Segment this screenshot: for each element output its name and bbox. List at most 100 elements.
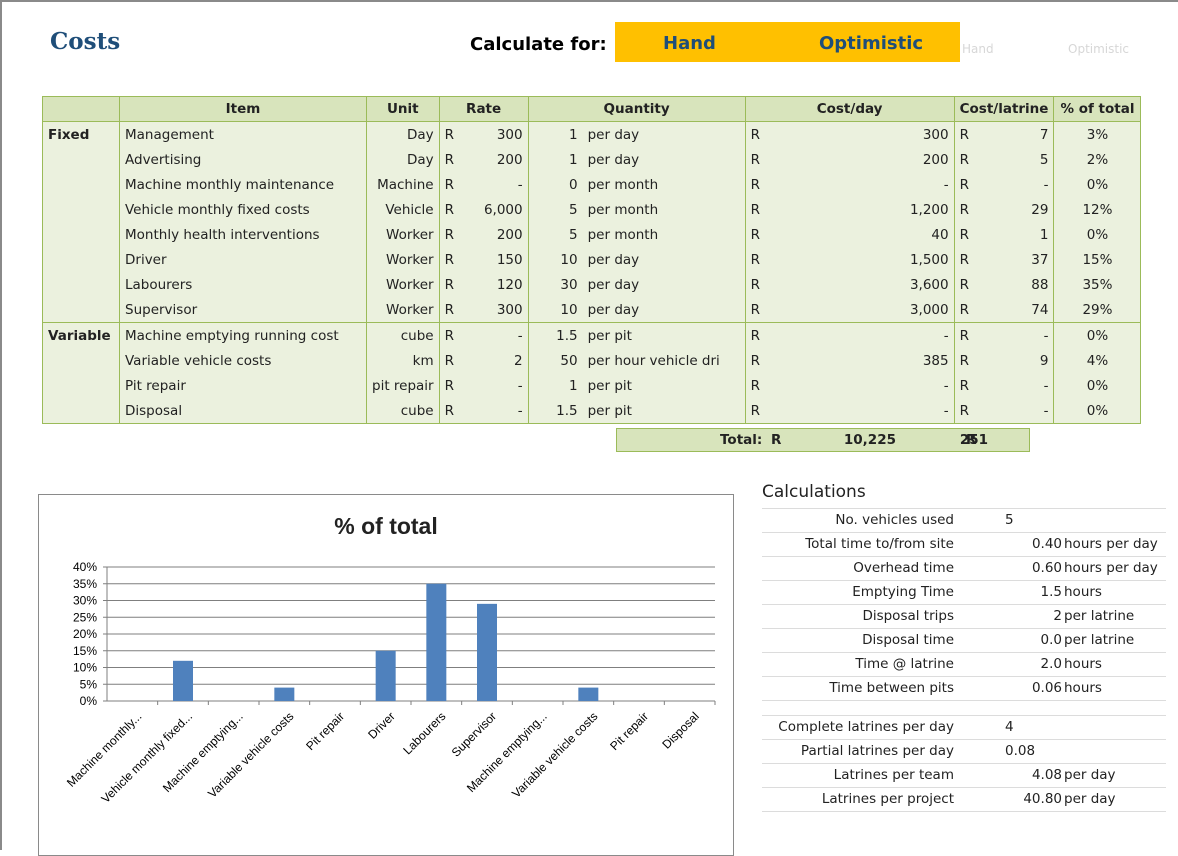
calculations-title: Calculations — [762, 482, 866, 502]
pct-cell: 3% — [1053, 121, 1142, 147]
calc-value: 0.06 — [1031, 680, 1062, 696]
cost-latrine-currency: R — [959, 251, 969, 268]
cost-day-currency: R — [745, 398, 884, 424]
rate-cell: 6,000 — [461, 197, 529, 222]
cost-day-currency: R — [745, 322, 884, 348]
table-row: Labourers Worker R 120 30 per day R 3,600 R 88 35% — [42, 272, 1142, 297]
calc-label: Time @ latrine — [855, 656, 954, 672]
unit-cell: Day — [366, 121, 440, 147]
cost-latrine-currency: R — [959, 201, 969, 218]
cost-latrine-currency: R — [959, 276, 969, 293]
bar — [375, 650, 396, 701]
bar — [426, 583, 447, 701]
rate-cell: - — [461, 373, 529, 398]
rate-cell: - — [461, 322, 529, 348]
total-cost-day: 10,225 — [843, 432, 896, 448]
costs-table: Item Unit Rate Quantity Cost/day Cost/la… — [42, 96, 1142, 424]
cost-latrine-cell: 37 — [982, 247, 1055, 272]
quantity-unit-cell: per month — [582, 197, 746, 222]
calc-unit: hours per day — [1064, 536, 1158, 552]
calc-value-wrap: 1.5 — [964, 584, 1064, 600]
item-cell: Machine monthly maintenance — [119, 172, 367, 197]
item-cell: Driver — [119, 247, 367, 272]
pct-cell: 29% — [1053, 297, 1142, 323]
item-cell: Management — [119, 121, 367, 147]
cost-day-cell: - — [883, 373, 955, 398]
cost-latrine-cell: 74 — [982, 297, 1055, 323]
rate-currency: R — [444, 176, 454, 193]
group-cell — [42, 147, 120, 172]
cost-day-currency: R — [750, 151, 760, 168]
group-cell — [42, 222, 120, 247]
y-tick-label: 0% — [80, 694, 98, 708]
quantity-unit-cell: per day — [582, 272, 746, 297]
cost-latrine-cell: 1 — [982, 222, 1055, 247]
pct-cell: 2% — [1053, 147, 1142, 172]
calc-unit: hours — [1064, 656, 1102, 672]
item-cell: Labourers — [119, 272, 367, 297]
ghost-scenario-text: Optimistic — [1068, 42, 1130, 56]
unit-cell: Worker — [366, 222, 440, 247]
calc-label: No. vehicles used — [835, 512, 954, 528]
header-item: Item — [119, 96, 367, 122]
calc-row: Complete latrines per day 4 — [762, 715, 1166, 740]
calc-unit: hours — [1064, 680, 1102, 696]
table-row: Pit repair pit repair R -1 per pit R - R -0% — [42, 373, 1142, 398]
y-tick-label: 5% — [80, 677, 98, 691]
unit-cell: pit repair — [366, 373, 440, 398]
calc-label: Emptying Time — [852, 584, 954, 600]
calc-value: 4.08 — [1031, 767, 1062, 783]
cost-day-cell: - — [883, 322, 955, 348]
quantity-unit-cell: per month — [582, 222, 746, 247]
y-tick-label: 10% — [73, 661, 97, 675]
group-cell — [42, 172, 120, 197]
calc-row: Disposal trips 2 per latrine — [762, 605, 1166, 629]
calc-value: 1.5 — [1040, 584, 1062, 600]
calc-label: Total time to/from site — [805, 536, 954, 552]
quantity-unit-cell: per pit — [582, 373, 746, 398]
table-row: Fixed Management Day R 300 1 per day R 300 R 7 3% — [42, 121, 1142, 147]
calc-unit: per day — [1064, 791, 1116, 807]
calculations-panel: Calculations No. vehicles used 5 Total tim… — [762, 482, 1166, 812]
x-tick-label: Labourers — [400, 709, 448, 757]
chart-title: % of total — [334, 513, 438, 539]
method-value[interactable]: Hand — [663, 33, 716, 54]
calc-unit: hours — [1064, 584, 1102, 600]
cost-latrine-currency: R — [959, 226, 969, 243]
quantity-unit-cell: per pit — [582, 322, 746, 348]
calc-value-wrap: 4 — [964, 719, 1064, 735]
quantity-cell: 50 — [560, 352, 578, 369]
quantity-cell: 1 — [569, 151, 578, 168]
table-row: Variable vehicle costs km R 2 50 per hour veh… — [42, 348, 1142, 373]
total-cost-latrine: 251 — [959, 432, 988, 448]
x-tick-label: Variable vehicle costs — [205, 709, 296, 800]
cost-day-cell: 300 — [883, 121, 955, 147]
group-cell — [42, 272, 120, 297]
table-row: Monthly health interventions Worker R 200 5 p… — [42, 222, 1142, 247]
quantity-unit-cell: per day — [582, 247, 746, 272]
calc-unit: per day — [1064, 767, 1116, 783]
header-rate: Rate — [439, 96, 529, 122]
cost-day-cell: 1,500 — [883, 247, 955, 272]
quantity-unit-cell: per day — [582, 297, 746, 323]
rate-cell: 300 — [461, 297, 529, 323]
y-tick-label: 15% — [73, 644, 97, 658]
rate-currency: R — [439, 398, 462, 424]
rate-cell: 150 — [461, 247, 529, 272]
cost-day-currency: R — [750, 126, 760, 143]
quantity-unit-cell: per pit — [582, 398, 746, 424]
item-cell: Vehicle monthly fixed costs — [119, 197, 367, 222]
quantity-cell: 1 — [569, 126, 578, 143]
rate-cell: 300 — [461, 121, 529, 147]
ghost-method-text: Hand — [962, 42, 994, 56]
scenario-value[interactable]: Optimistic — [819, 33, 923, 54]
cost-latrine-cell: 29 — [982, 197, 1055, 222]
scenario-selector[interactable]: Hand Optimistic — [615, 22, 960, 62]
y-tick-label: 25% — [73, 610, 97, 624]
header-cost-latrine: Cost/latrine — [954, 96, 1055, 122]
unit-cell: Vehicle — [366, 197, 440, 222]
pct-cell: 0% — [1053, 322, 1142, 348]
calc-label: Time between pits — [829, 680, 954, 696]
rate-currency: R — [444, 377, 454, 394]
item-cell: Variable vehicle costs — [119, 348, 367, 373]
